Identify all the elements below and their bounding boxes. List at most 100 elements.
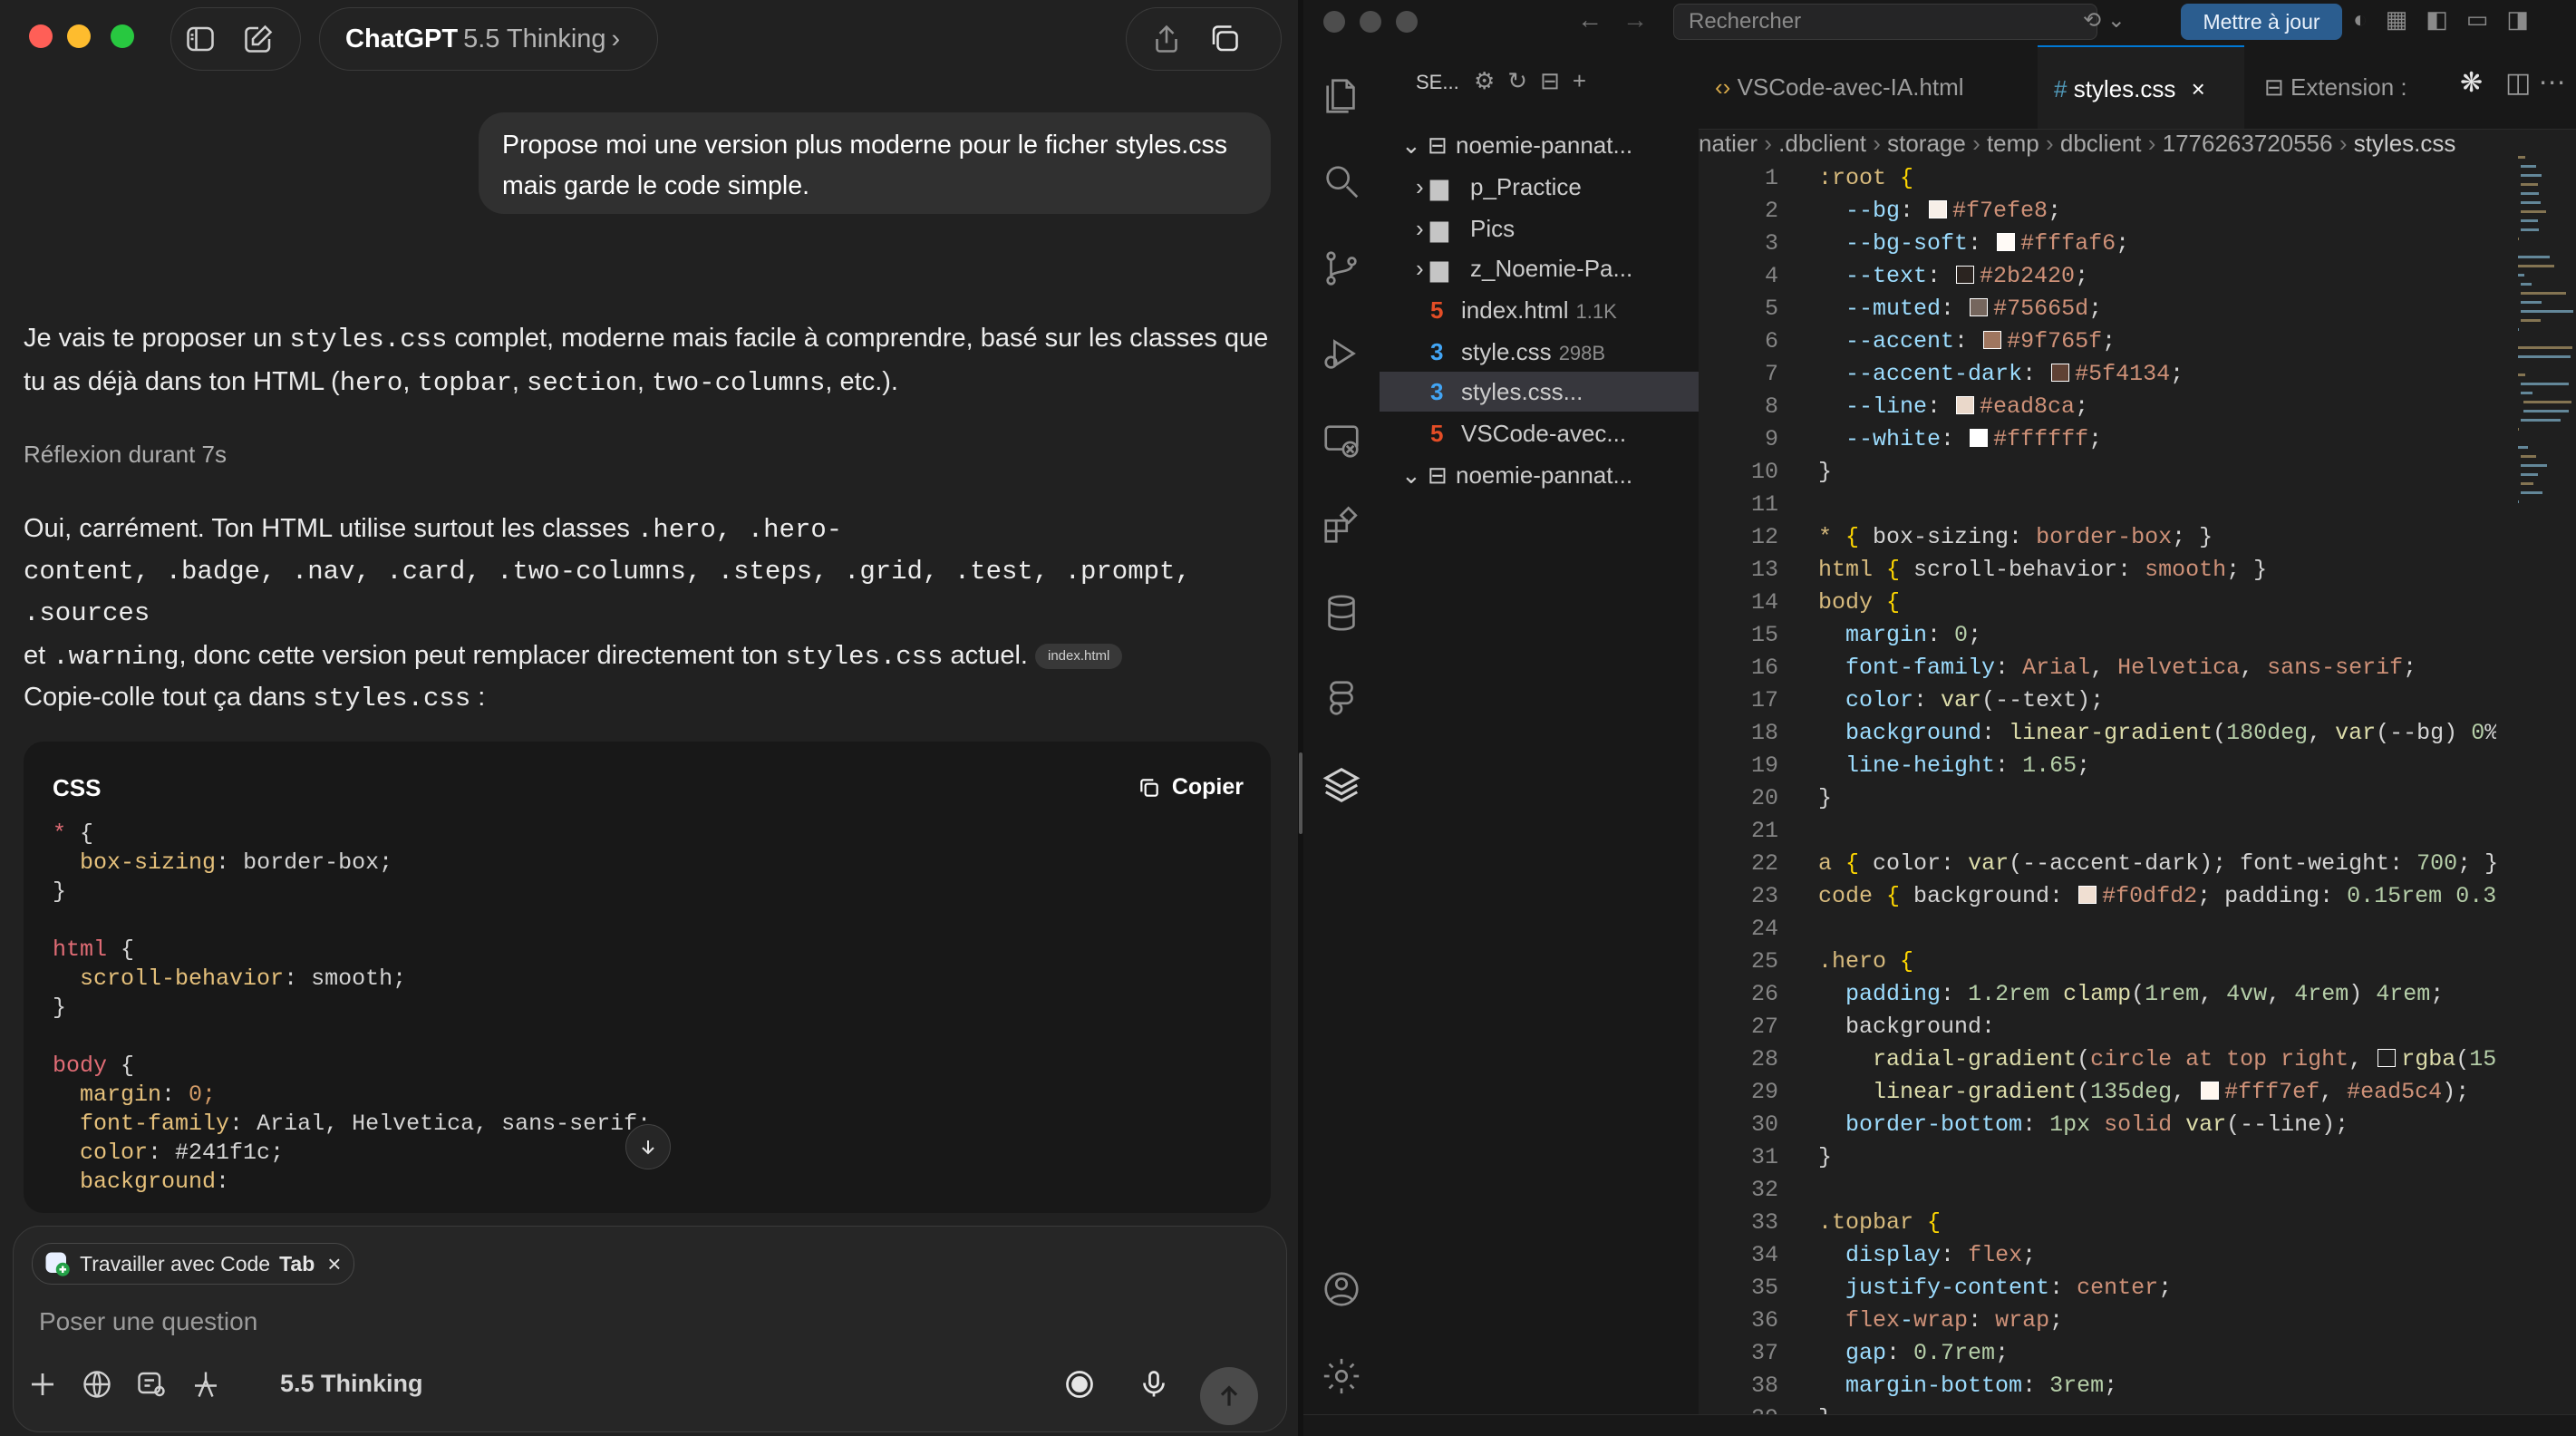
search-tab[interactable] bbox=[1316, 156, 1367, 207]
tree-folder[interactable]: ⌄ ⊟ noemie-pannat... bbox=[1380, 125, 1699, 165]
share-button[interactable] bbox=[1138, 10, 1196, 68]
split-editor-icon[interactable]: ◫ ⋯ bbox=[2505, 67, 2566, 99]
code-editor[interactable]: 1:root {2 --bg: #f7efe8; 3 --bg-soft: #ff… bbox=[1699, 156, 2496, 1436]
layers-tab[interactable] bbox=[1316, 760, 1367, 810]
color-swatch[interactable] bbox=[1956, 266, 1975, 284]
tree-file[interactable]: 5 index.html 1.1K bbox=[1380, 290, 1699, 330]
arrow-down-icon bbox=[642, 1140, 654, 1155]
copy-code-button[interactable]: Copier bbox=[1138, 774, 1244, 800]
line-number: 12 bbox=[1750, 524, 1778, 550]
color-swatch[interactable] bbox=[1929, 200, 1948, 218]
source-control-tab[interactable] bbox=[1316, 243, 1367, 294]
line-number: 2 bbox=[1764, 198, 1778, 224]
color-swatch[interactable] bbox=[1970, 429, 1989, 447]
tree-file[interactable]: 3 style.css 298B bbox=[1380, 332, 1699, 372]
breadcrumb-segment[interactable]: dbclient bbox=[2060, 130, 2142, 157]
tree-folder[interactable]: › ▆ p_Practice bbox=[1380, 167, 1699, 207]
close-window-button[interactable] bbox=[1323, 11, 1345, 33]
add-button[interactable] bbox=[21, 1363, 64, 1406]
pipeline-tab[interactable] bbox=[1316, 673, 1367, 723]
code-line: } bbox=[53, 878, 67, 905]
model-version: 5.5 Thinking bbox=[463, 24, 606, 53]
minimize-window-button[interactable] bbox=[67, 24, 91, 48]
code-line: --accent-dark: #5f4134; bbox=[1845, 361, 2184, 387]
send-button[interactable] bbox=[1200, 1367, 1258, 1425]
close-window-button[interactable] bbox=[29, 24, 53, 48]
model-selector[interactable]: ChatGPT 5.5 Thinking › bbox=[319, 7, 658, 71]
color-swatch[interactable] bbox=[1956, 396, 1975, 414]
code-line: body { bbox=[1818, 589, 1901, 616]
layout-icons[interactable]: ◐▦◧▭◨ bbox=[2353, 5, 2547, 34]
color-swatch[interactable] bbox=[1997, 233, 2016, 251]
minimap[interactable] bbox=[2518, 156, 2576, 954]
close-icon[interactable]: × bbox=[327, 1250, 341, 1278]
breadcrumb-segment[interactable]: styles.css bbox=[2354, 130, 2456, 157]
minimap-line bbox=[2521, 165, 2536, 168]
tab-vscode-avec-ia[interactable]: ‹› VSCode-avec-IA.html bbox=[1699, 45, 1964, 129]
line-number: 33 bbox=[1750, 1209, 1778, 1236]
breadcrumb-segment[interactable]: natier bbox=[1699, 130, 1758, 157]
tab-extension[interactable]: ⊟ Extension : bbox=[2248, 45, 2464, 129]
tree-folder[interactable]: ⌄ ⊟ noemie-pannat... bbox=[1380, 455, 1699, 495]
color-swatch[interactable] bbox=[2377, 1049, 2397, 1067]
code-line: border-bottom: 1px solid var(--line); bbox=[1845, 1111, 2349, 1138]
manage-button[interactable] bbox=[1316, 1351, 1367, 1402]
run-debug-tab[interactable] bbox=[1316, 328, 1367, 379]
color-swatch[interactable] bbox=[2078, 886, 2097, 904]
zoom-window-button[interactable] bbox=[1396, 11, 1418, 33]
minimize-window-button[interactable] bbox=[1360, 11, 1381, 33]
record-icon bbox=[1066, 1371, 1093, 1398]
tree-file[interactable]: 3 styles.css... bbox=[1380, 372, 1699, 412]
explorer-tab[interactable] bbox=[1316, 71, 1367, 121]
copy-instruction: Copie-colle tout ça dans styles.css : bbox=[24, 683, 486, 713]
update-button[interactable]: Mettre à jour bbox=[2181, 4, 2342, 40]
explorer-actions[interactable]: ⚙↻⊟+ bbox=[1474, 67, 1599, 95]
tree-folder[interactable]: › ▆ Pics bbox=[1380, 209, 1699, 248]
toggle-sidebar-button[interactable] bbox=[171, 10, 229, 68]
database-tab[interactable] bbox=[1316, 587, 1367, 638]
question-input[interactable] bbox=[37, 1306, 1219, 1337]
breadcrumb-segment[interactable]: .dbclient bbox=[1778, 130, 1866, 157]
extensions-tab[interactable] bbox=[1316, 500, 1367, 551]
dictation-button[interactable] bbox=[1132, 1363, 1176, 1406]
forward-arrow-icon[interactable]: → bbox=[1622, 5, 1648, 34]
copilot-icon[interactable]: ⟲ ⌄ bbox=[2083, 7, 2126, 34]
command-center-search[interactable]: Rechercher bbox=[1673, 4, 2097, 40]
canvas-button[interactable] bbox=[130, 1363, 173, 1406]
minimap-line bbox=[2521, 319, 2541, 322]
close-tab-icon[interactable]: × bbox=[2192, 75, 2205, 102]
context-chip[interactable]: Travailler avec Code Tab × bbox=[32, 1243, 355, 1285]
source-chip[interactable]: index.html bbox=[1034, 644, 1123, 670]
line-number: 19 bbox=[1750, 752, 1778, 779]
minimap-line bbox=[2521, 392, 2533, 394]
color-swatch[interactable] bbox=[2201, 1082, 2220, 1100]
line-number: 13 bbox=[1750, 557, 1778, 583]
breadcrumb-segment[interactable]: storage bbox=[1887, 130, 1966, 157]
voice-mode-button[interactable] bbox=[1058, 1363, 1101, 1406]
color-swatch[interactable] bbox=[1983, 331, 2002, 349]
scroll-down-button[interactable] bbox=[625, 1124, 671, 1169]
line-number: 1 bbox=[1764, 165, 1778, 191]
code-line: margin-bottom: 3rem; bbox=[1845, 1373, 2118, 1399]
color-swatch[interactable] bbox=[2051, 364, 2070, 382]
accounts-button[interactable] bbox=[1316, 1264, 1367, 1315]
openai-icon[interactable]: ❋ bbox=[2460, 67, 2483, 99]
tab-styles-css[interactable]: # styles.css × bbox=[2038, 45, 2244, 129]
color-swatch[interactable] bbox=[1970, 298, 1989, 316]
new-chat-button[interactable] bbox=[229, 10, 287, 68]
reflection-toggle[interactable]: Réflexion durant 7s bbox=[24, 433, 1274, 475]
code-line: --text: #2b2420; bbox=[1845, 263, 2089, 289]
tree-file[interactable]: 5 VSCode-avec... bbox=[1380, 413, 1699, 453]
web-search-button[interactable] bbox=[75, 1363, 119, 1406]
tree-folder[interactable]: › ▆ z_Noemie-Pa... bbox=[1380, 248, 1699, 288]
tools-button[interactable] bbox=[184, 1363, 228, 1406]
thinking-mode-label[interactable]: 5.5 Thinking bbox=[280, 1370, 423, 1398]
back-arrow-icon[interactable]: ← bbox=[1577, 5, 1603, 34]
breadcrumb-segment[interactable]: temp bbox=[1987, 130, 2039, 157]
temporary-chat-button[interactable] bbox=[1196, 10, 1254, 68]
zoom-window-button[interactable] bbox=[111, 24, 134, 48]
line-number: 15 bbox=[1750, 622, 1778, 648]
remote-explorer-tab[interactable] bbox=[1316, 415, 1367, 466]
divider-grip[interactable] bbox=[1299, 752, 1303, 834]
breadcrumb-segment[interactable]: 1776263720556 bbox=[2163, 130, 2333, 157]
